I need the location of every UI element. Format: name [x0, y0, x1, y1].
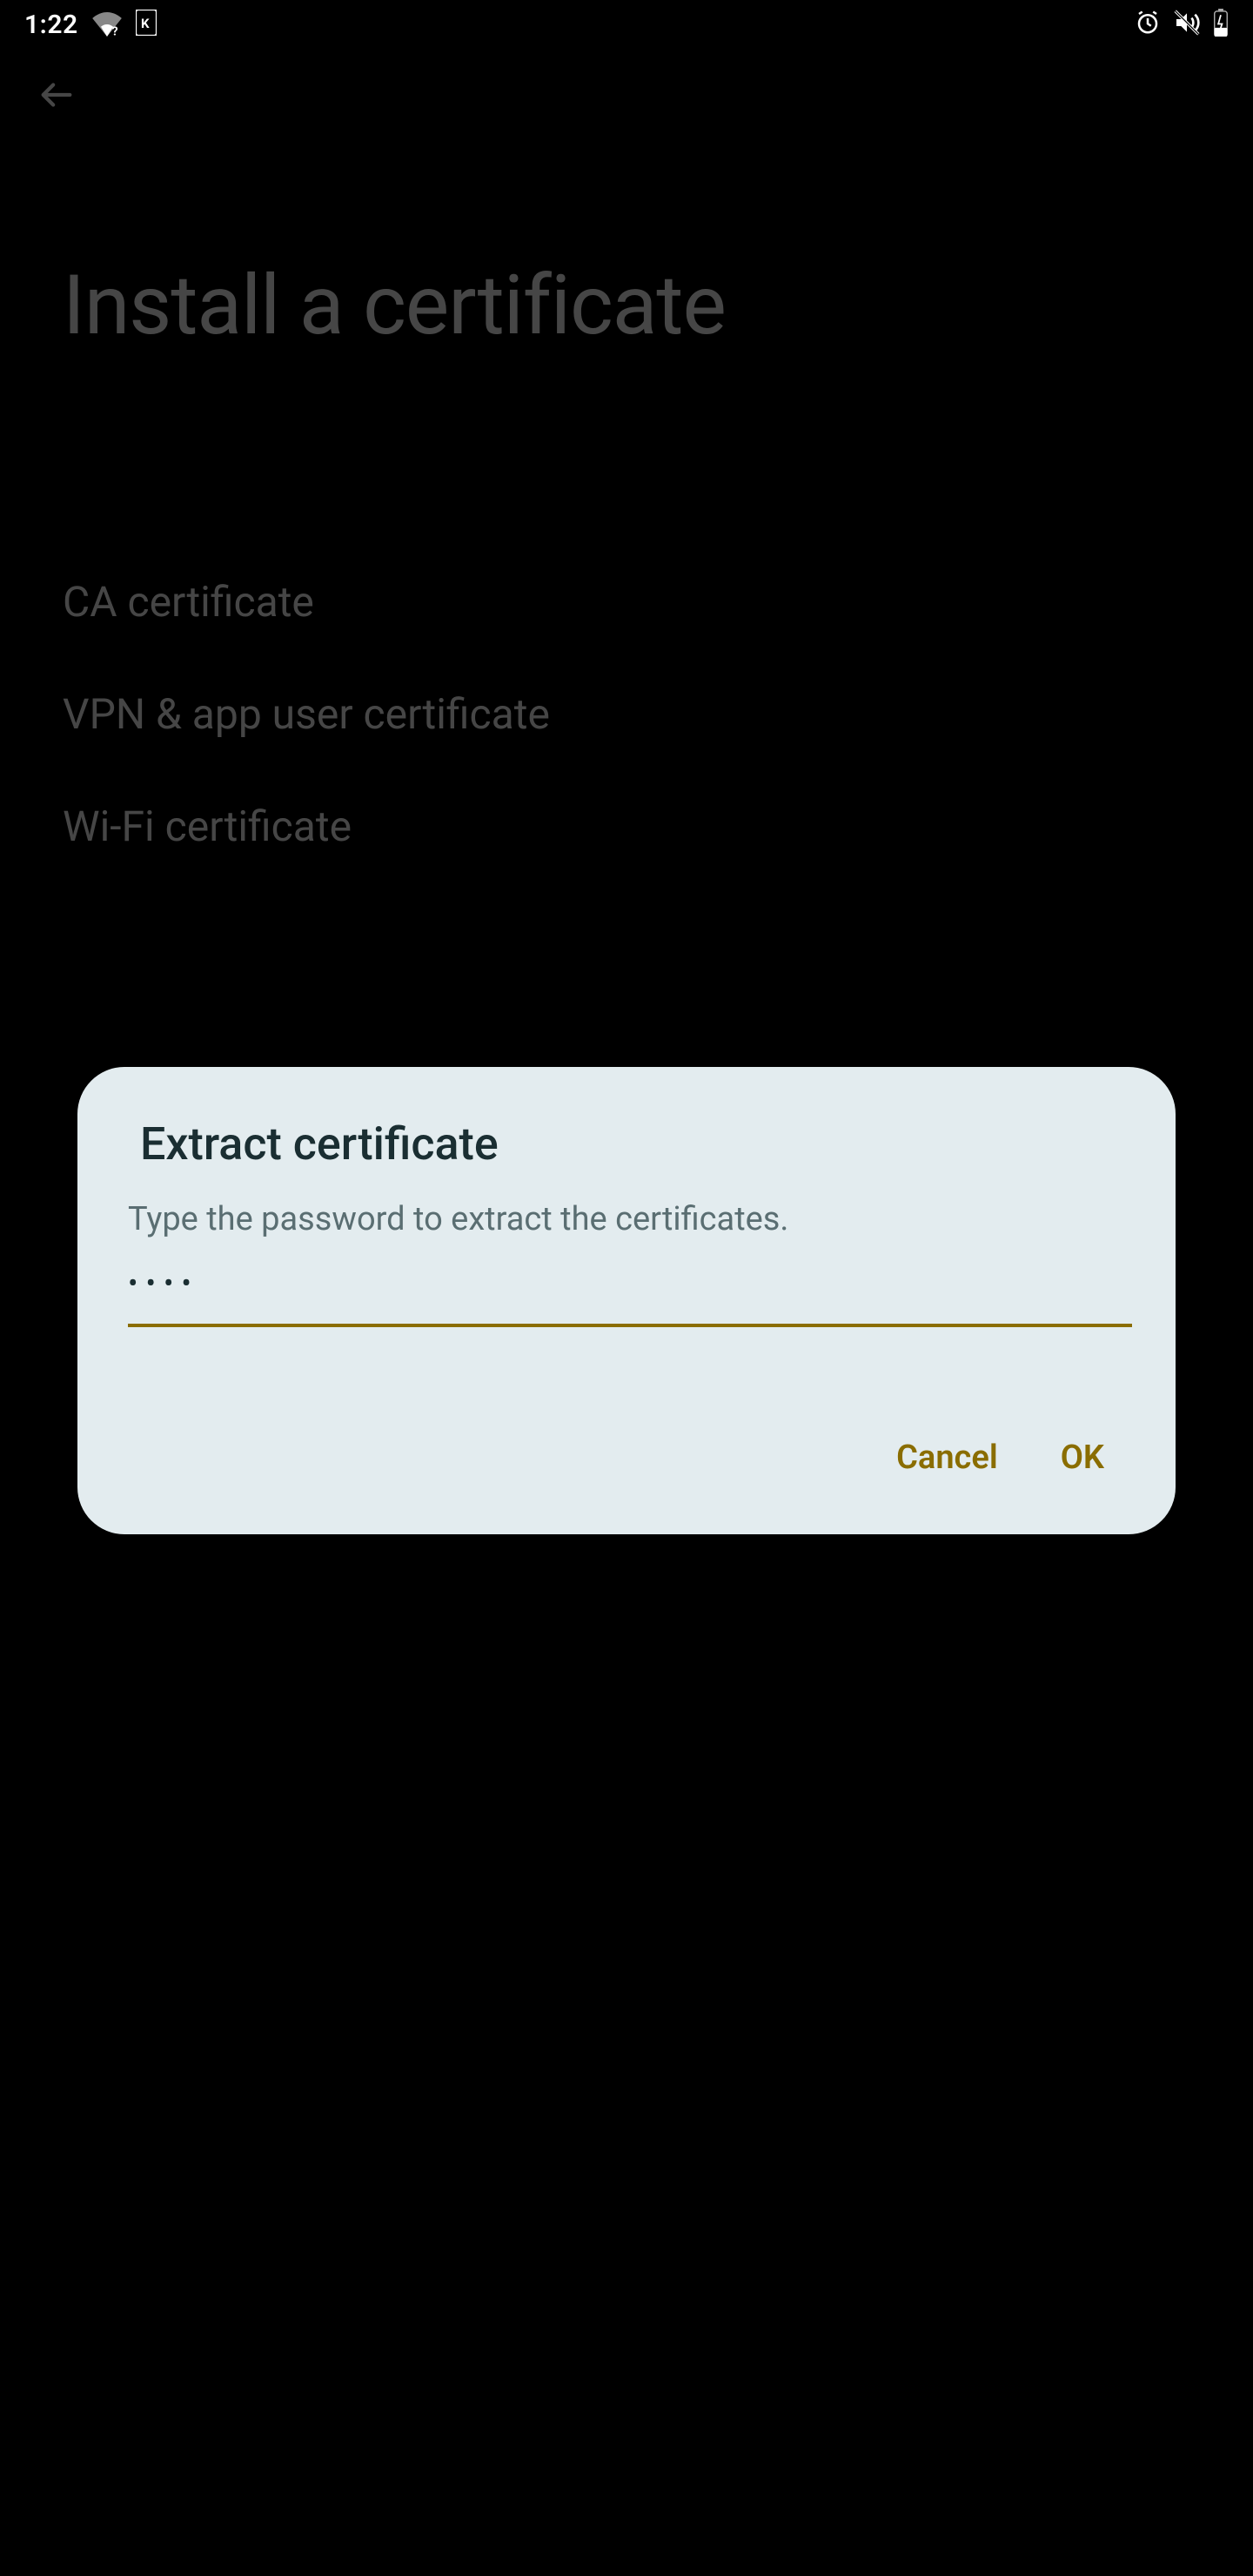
extract-certificate-dialog: Extract certificate Type the password to… [77, 1067, 1176, 1534]
dialog-overlay: Extract certificate Type the password to… [0, 0, 1253, 2576]
cancel-button[interactable]: Cancel [896, 1439, 998, 1477]
ok-button[interactable]: OK [1061, 1439, 1104, 1477]
password-input[interactable] [128, 1249, 1132, 1327]
dialog-title: Extract certificate [140, 1117, 1113, 1171]
dialog-subtitle: Type the password to extract the certifi… [128, 1200, 1113, 1238]
dialog-buttons: Cancel OK [140, 1439, 1113, 1477]
